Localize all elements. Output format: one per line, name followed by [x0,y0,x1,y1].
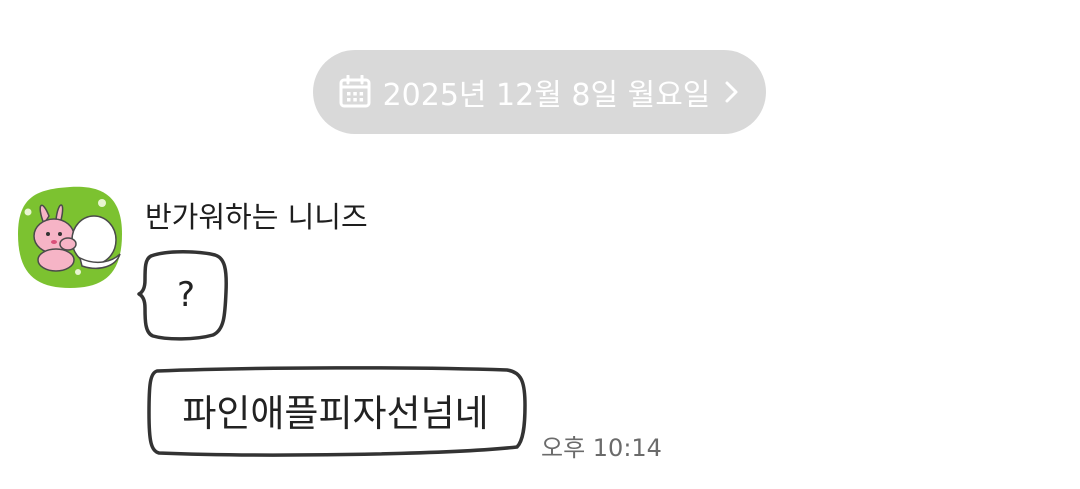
date-label: 2025년 12월 8일 월요일 [382,78,711,113]
message-text: ? [176,275,196,315]
message-timestamp: 오후 10:14 [541,434,662,462]
calendar-icon [339,75,371,109]
chat-screen: 2025년 12월 8일 월요일 반가워하는 니니즈 ? 파인애플피자선넘네 오… [0,0,1080,489]
message-bubble[interactable]: ? [137,248,229,342]
date-separator[interactable]: 2025년 12월 8일 월요일 [313,50,766,134]
chevron-right-icon [724,78,740,106]
avatar[interactable] [16,184,124,290]
message-bubble[interactable]: 파인애플피자선넘네 [143,365,528,459]
sender-name: 반가워하는 니니즈 [145,200,368,234]
message-text: 파인애플피자선넘네 [182,392,489,435]
